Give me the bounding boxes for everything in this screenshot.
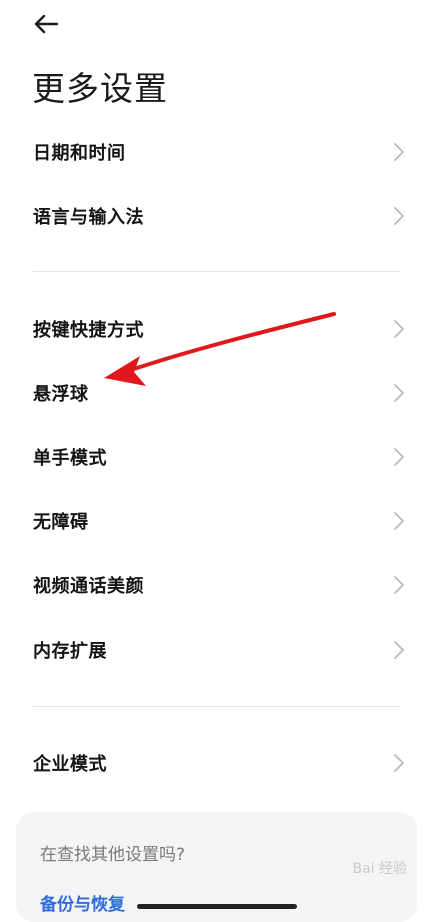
settings-item-one-hand-mode[interactable]: 单手模式 bbox=[0, 425, 437, 489]
settings-item-floating-ball[interactable]: 悬浮球 bbox=[0, 361, 437, 425]
chevron-right-icon bbox=[394, 207, 404, 225]
chevron-right-icon bbox=[394, 448, 404, 466]
page-title: 更多设置 bbox=[32, 69, 168, 108]
settings-item-enterprise-mode[interactable]: 企业模式 bbox=[0, 731, 437, 795]
chevron-right-icon bbox=[394, 143, 404, 161]
settings-item-label: 单手模式 bbox=[33, 448, 107, 469]
settings-item-language-input[interactable]: 语言与输入法 bbox=[0, 184, 437, 248]
settings-item-label: 内存扩展 bbox=[33, 641, 107, 662]
settings-item-video-call-beauty[interactable]: 视频通话美颜 bbox=[0, 553, 437, 617]
back-button[interactable] bbox=[28, 8, 64, 40]
settings-item-label: 无障碍 bbox=[33, 512, 89, 533]
settings-item-memory-extension[interactable]: 内存扩展 bbox=[0, 618, 437, 682]
watermark-logo: Bai 经验 bbox=[352, 861, 407, 877]
settings-item-label: 企业模式 bbox=[33, 754, 107, 775]
settings-item-date-time[interactable]: 日期和时间 bbox=[0, 120, 437, 184]
settings-item-label: 按键快捷方式 bbox=[33, 320, 144, 341]
settings-item-accessibility[interactable]: 无障碍 bbox=[0, 489, 437, 553]
settings-item-label: 日期和时间 bbox=[33, 143, 126, 164]
section-divider bbox=[33, 706, 401, 707]
chevron-right-icon bbox=[394, 320, 404, 338]
settings-item-label: 语言与输入法 bbox=[33, 207, 144, 228]
chevron-right-icon bbox=[394, 512, 404, 530]
search-suggestion-prompt: 在查找其他设置吗? bbox=[40, 845, 186, 865]
settings-item-button-shortcuts[interactable]: 按键快捷方式 bbox=[0, 297, 437, 361]
chevron-right-icon bbox=[394, 754, 404, 772]
settings-item-label: 悬浮球 bbox=[33, 384, 89, 405]
home-indicator[interactable] bbox=[137, 904, 297, 909]
chevron-right-icon bbox=[394, 641, 404, 659]
backup-restore-link[interactable]: 备份与恢复 bbox=[40, 890, 125, 915]
settings-item-label: 视频通话美颜 bbox=[33, 576, 144, 597]
section-divider bbox=[33, 271, 401, 272]
chevron-right-icon bbox=[394, 384, 404, 402]
arrow-left-icon bbox=[34, 14, 59, 34]
chevron-right-icon bbox=[394, 576, 404, 594]
